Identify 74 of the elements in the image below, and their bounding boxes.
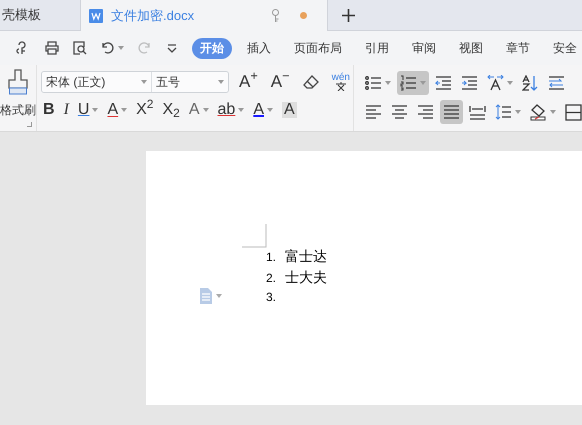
list-number: 1. — [264, 249, 277, 266]
numbered-list-button[interactable] — [396, 71, 429, 95]
caret-icon — [216, 294, 222, 298]
text-direction-icon — [486, 74, 504, 92]
print-icon — [44, 40, 60, 56]
italic-button[interactable]: I — [62, 99, 71, 121]
undo-icon — [100, 40, 116, 56]
underline-button[interactable]: U — [76, 99, 100, 121]
color-button[interactable]: A — [251, 99, 275, 121]
caret-icon — [550, 110, 556, 114]
justify-button[interactable] — [440, 100, 463, 124]
list-item-text: 富士达 — [285, 247, 327, 266]
menu-tab[interactable]: 安全 — [545, 38, 582, 58]
caret-icon — [238, 108, 244, 112]
document-icon — [199, 288, 213, 304]
caret-icon — [218, 80, 224, 84]
grow-font-button[interactable]: A$^{+}$ — [236, 71, 261, 93]
sort-icon — [522, 74, 539, 92]
plus-icon — [342, 8, 354, 22]
menu-tab[interactable]: 视图 — [451, 38, 491, 58]
bullet-list-icon — [364, 74, 382, 92]
dialog-launcher-icon[interactable] — [27, 122, 32, 127]
increase-indent-icon — [460, 74, 478, 92]
tab-stops-icon — [548, 74, 565, 92]
strike-button[interactable]: A — [105, 99, 130, 121]
eraser-icon — [302, 74, 319, 90]
character-icon — [334, 82, 347, 91]
caret-icon — [506, 81, 513, 85]
caret-icon — [514, 110, 521, 114]
font-size-dropdown[interactable]: 五号 — [152, 72, 228, 92]
distributed-align-icon — [468, 104, 486, 120]
margin-corner-mark — [242, 224, 267, 248]
paragraph-handle[interactable] — [199, 288, 222, 304]
caret-icon — [118, 46, 124, 50]
list-number: 3. — [264, 289, 277, 306]
shrink-font-button[interactable]: A$^{−}$ — [268, 71, 293, 93]
bold-button[interactable]: B — [41, 99, 57, 121]
list-item-text: 士大夫 — [285, 268, 327, 287]
document-tab[interactable]: 文件加密.docx — [80, 0, 328, 31]
menu-tab[interactable]: 引用 — [357, 38, 397, 58]
menu-tab[interactable]: 章节 — [498, 38, 538, 58]
phonetic-guide-button[interactable]: wén — [328, 71, 353, 93]
border-icon — [564, 104, 582, 120]
decrease-indent-icon — [434, 74, 452, 92]
format-painter-label[interactable]: 格式刷 — [0, 101, 36, 119]
print-preview-icon — [72, 40, 88, 56]
key-icon[interactable] — [271, 9, 280, 22]
plain-button[interactable]: X$^{2}$ — [134, 99, 156, 121]
align-left-icon — [364, 104, 382, 120]
list-number: 2. — [264, 270, 277, 287]
align-right-icon — [416, 104, 434, 120]
caret-icon — [141, 80, 147, 84]
font-name-dropdown[interactable]: 宋体 (正文) — [42, 72, 152, 92]
justify-icon — [442, 104, 460, 120]
menu-tab[interactable]: 审阅 — [404, 38, 444, 58]
document-icon — [89, 8, 103, 22]
menu-tab[interactable]: 页面布局 — [286, 38, 350, 58]
caret-icon — [266, 108, 273, 112]
caret-icon — [121, 108, 128, 112]
plain-button[interactable]: X$_{2}$ — [160, 99, 182, 121]
menu-tab[interactable]: 插入 — [239, 38, 279, 58]
shade-button[interactable]: A — [280, 99, 299, 121]
caret-icon — [92, 108, 98, 112]
highlight-button[interactable]: ab — [216, 99, 246, 121]
align-center-icon — [390, 104, 408, 120]
redo-icon — [136, 40, 152, 56]
numbered-list-icon — [400, 74, 417, 92]
caret-icon — [202, 108, 209, 112]
shading-icon — [530, 104, 547, 120]
outline-button[interactable]: A — [186, 99, 211, 121]
format-painter-icon[interactable] — [7, 69, 29, 95]
caret-icon — [420, 81, 426, 85]
caret-icon — [384, 81, 391, 85]
line-spacing-icon — [494, 104, 512, 120]
